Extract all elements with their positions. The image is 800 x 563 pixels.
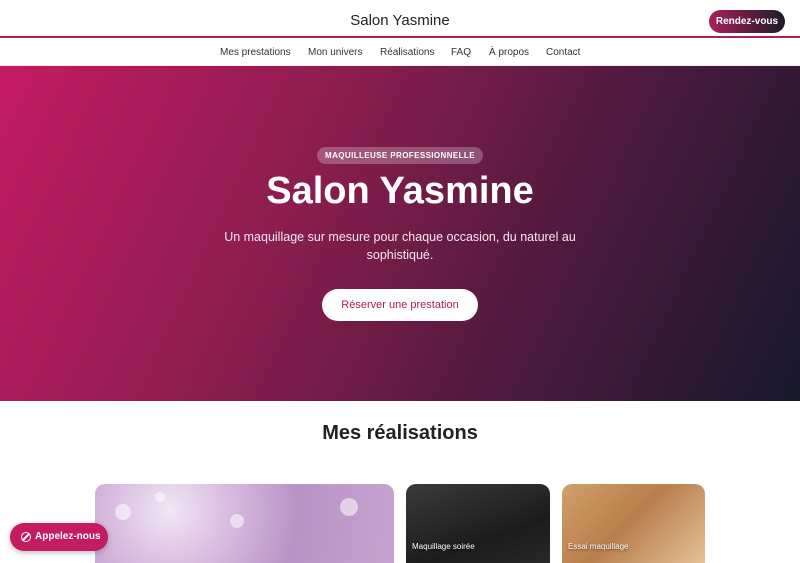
nav-item-prestations[interactable]: Mes prestations: [220, 47, 291, 58]
gallery-title: Mes réalisations: [322, 422, 478, 444]
nav-item-faq[interactable]: FAQ: [451, 47, 471, 58]
card-label: Essai maquillage: [568, 542, 629, 551]
nav-item-contact[interactable]: Contact: [546, 47, 580, 58]
main-nav: Mes prestations Mon univers Réalisations…: [0, 40, 800, 66]
bokeh-light: [155, 492, 165, 502]
nav-item-univers[interactable]: Mon univers: [308, 47, 362, 58]
phone-off-icon: [21, 532, 31, 542]
hero-badge: MAQUILLEUSE PROFESSIONNELLE: [317, 147, 483, 164]
card-label: Maquillage soirée: [412, 542, 475, 551]
bokeh-light: [230, 514, 244, 528]
gallery-card-soiree[interactable]: Maquillage soirée: [406, 484, 550, 563]
rendez-vous-button[interactable]: Rendez-vous: [709, 10, 785, 33]
hero-title: Salon Yasmine: [266, 170, 534, 212]
bokeh-light: [115, 504, 131, 520]
gallery-card-essai[interactable]: Essai maquillage: [562, 484, 705, 563]
bokeh-light: [340, 498, 358, 516]
hero-subtitle: Un maquillage sur mesure pour chaque occ…: [224, 230, 576, 262]
hero-section: MAQUILLEUSE PROFESSIONNELLE Salon Yasmin…: [0, 66, 800, 401]
top-header: Salon Yasmine Rendez-vous: [0, 0, 800, 38]
gallery-card-1[interactable]: [95, 484, 394, 563]
brand-title[interactable]: Salon Yasmine: [0, 12, 800, 29]
nav-item-realisations[interactable]: Réalisations: [380, 47, 434, 58]
book-service-button[interactable]: Réserver une prestation: [322, 289, 478, 321]
nav-item-a-propos[interactable]: À propos: [489, 47, 529, 58]
call-us-button[interactable]: Appelez-nous: [10, 523, 108, 551]
call-us-label: Appelez-nous: [35, 531, 101, 542]
